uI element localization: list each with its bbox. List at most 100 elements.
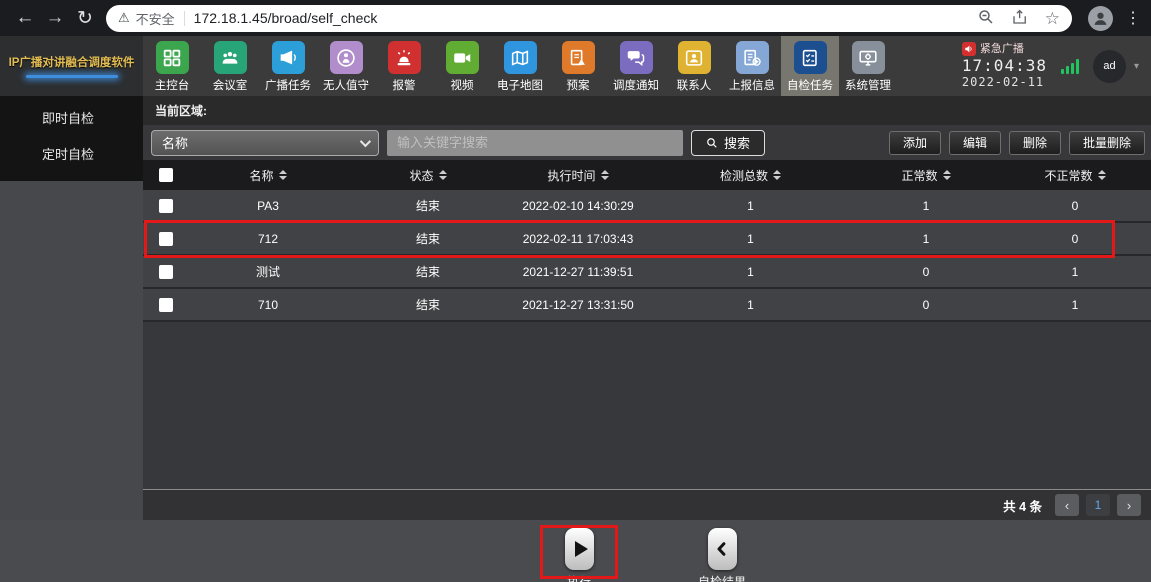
emergency-label: 紧急广播 [980,43,1024,56]
logo-glow-bar [26,75,118,78]
cell-total: 1 [648,232,853,246]
cell-total: 1 [648,199,853,213]
select-all-checkbox[interactable] [159,168,173,182]
cell-name: 测试 [188,263,348,280]
nav-item-会议室[interactable]: 会议室 [201,36,259,96]
cell-normal: 0 [853,265,999,279]
region-bar: 当前区域: [143,96,1151,125]
column-header-label: 正常数 [901,167,937,184]
table-row[interactable]: 710结束2021-12-27 13:31:50101 [143,289,1151,322]
row-checkbox[interactable] [159,265,173,279]
search-button[interactable]: 搜索 [691,130,765,156]
system-icon [852,41,885,74]
cell-status: 结束 [348,263,508,280]
execute-button[interactable]: 执行 [549,528,609,582]
cell-status: 结束 [348,230,508,247]
column-header-名称[interactable]: 名称 [188,167,348,184]
nav-item-自检任务[interactable]: 自检任务 [781,36,839,96]
nav-item-调度通知[interactable]: 调度通知 [607,36,665,96]
nav-item-label: 上报信息 [729,77,775,93]
cell-total: 1 [648,298,853,312]
sidebar: 即时自检定时自检 [0,96,143,520]
selfcheck-result-button[interactable]: 自检结果 [692,528,752,582]
execute-button-label: 执行 [567,573,591,582]
table-header: 名称状态执行时间 检测总数 正常数 不正常数 [143,160,1151,190]
sort-icon [439,170,447,180]
nav-items: 主控台会议室广播任务无人值守报警视频电子地图预案调度通知联系人上报信息自检任务系… [143,36,897,96]
column-header-label: 检测总数 [720,167,768,184]
table-row[interactable]: 712结束2022-02-11 17:03:43110 [143,223,1151,256]
browser-toolbar: ← → ↻ ⚠ 不安全 172.18.1.45/broad/self_check… [0,0,1151,36]
meeting-icon [214,41,247,74]
search-input[interactable] [387,130,683,156]
zoom-out-icon[interactable] [977,8,997,28]
pagination-bar: 共 4 条 ‹ 1 › [143,489,1151,520]
nav-item-上报信息[interactable]: 上报信息 [723,36,781,96]
nav-item-label: 会议室 [213,77,248,93]
nav-item-预案[interactable]: 预案 [549,36,607,96]
emergency-broadcast[interactable]: 紧急广播 [962,42,1047,56]
pagination-total: 共 4 条 [1003,496,1042,515]
browser-back-button[interactable]: ← [10,7,40,29]
table-row[interactable]: 测试结束2021-12-27 11:39:51101 [143,256,1151,289]
sidebar-item-定时自检[interactable]: 定时自检 [0,137,143,173]
row-checkbox[interactable] [159,199,173,213]
app-logo: IP广播对讲融合调度软件 [0,36,143,96]
cell-normal: 0 [853,298,999,312]
batch-delete-button[interactable]: 批量删除 [1069,131,1145,155]
signal-bars-icon [1061,59,1079,74]
column-header-状态[interactable]: 状态 [348,167,508,184]
nav-item-联系人[interactable]: 联系人 [665,36,723,96]
cell-abnormal: 1 [999,298,1151,312]
filter-field-select[interactable]: 名称 [151,130,379,156]
bottom-action-bar: 执行 自检结果 [0,520,1151,582]
nav-item-label: 自检任务 [787,77,833,93]
nav-item-无人值守[interactable]: 无人值守 [317,36,375,96]
nav-item-主控台[interactable]: 主控台 [143,36,201,96]
nav-item-视频[interactable]: 视频 [433,36,491,96]
pagination-next-button[interactable]: › [1117,494,1141,516]
cell-exec-time: 2022-02-10 14:30:29 [508,199,648,213]
nav-item-label: 电子地图 [497,77,543,93]
sidebar-menu: 即时自检定时自检 [0,96,143,181]
pagination-page-1[interactable]: 1 [1086,494,1110,516]
chevron-down-icon[interactable]: ▾ [1134,61,1139,72]
dashboard-icon [156,41,189,74]
sort-icon [943,170,951,180]
share-icon[interactable] [1011,8,1031,28]
row-checkbox[interactable] [159,232,173,246]
video-icon [446,41,479,74]
bookmark-star-icon[interactable]: ☆ [1045,10,1060,27]
sort-icon [773,170,781,180]
nav-item-报警[interactable]: 报警 [375,36,433,96]
table-row[interactable]: PA3结束2022-02-10 14:30:29110 [143,190,1151,223]
add-button[interactable]: 添加 [889,131,941,155]
unattended-icon [330,41,363,74]
column-header-正常数[interactable]: 正常数 [853,167,999,184]
nav-right-cluster: 紧急广播 17:04:38 2022-02-11 ad ▾ [962,36,1151,96]
browser-refresh-button[interactable]: ↻ [70,7,100,30]
cell-name: 710 [188,298,348,312]
browser-profile-avatar[interactable] [1088,6,1113,31]
url-text: 172.18.1.45/broad/self_check [194,10,963,26]
row-checkbox[interactable] [159,298,173,312]
browser-forward-button[interactable]: → [40,7,70,29]
edit-button[interactable]: 编辑 [949,131,1001,155]
column-header-检测总数[interactable]: 检测总数 [648,167,853,184]
column-header-不正常数[interactable]: 不正常数 [999,167,1151,184]
address-bar[interactable]: ⚠ 不安全 172.18.1.45/broad/self_check ☆ [106,5,1072,32]
user-avatar[interactable]: ad [1093,50,1126,83]
browser-menu-icon[interactable]: ⋮ [1125,8,1141,28]
sidebar-item-即时自检[interactable]: 即时自检 [0,101,143,137]
clock-date: 2022-02-11 [962,75,1047,89]
plan-icon [562,41,595,74]
broadcast-icon [272,41,305,74]
contacts-icon [678,41,711,74]
nav-item-广播任务[interactable]: 广播任务 [259,36,317,96]
nav-item-电子地图[interactable]: 电子地图 [491,36,549,96]
delete-button[interactable]: 删除 [1009,131,1061,155]
column-header-执行时间[interactable]: 执行时间 [508,167,648,184]
nav-item-系统管理[interactable]: 系统管理 [839,36,897,96]
back-chevron-icon [708,528,737,570]
pagination-prev-button[interactable]: ‹ [1055,494,1079,516]
